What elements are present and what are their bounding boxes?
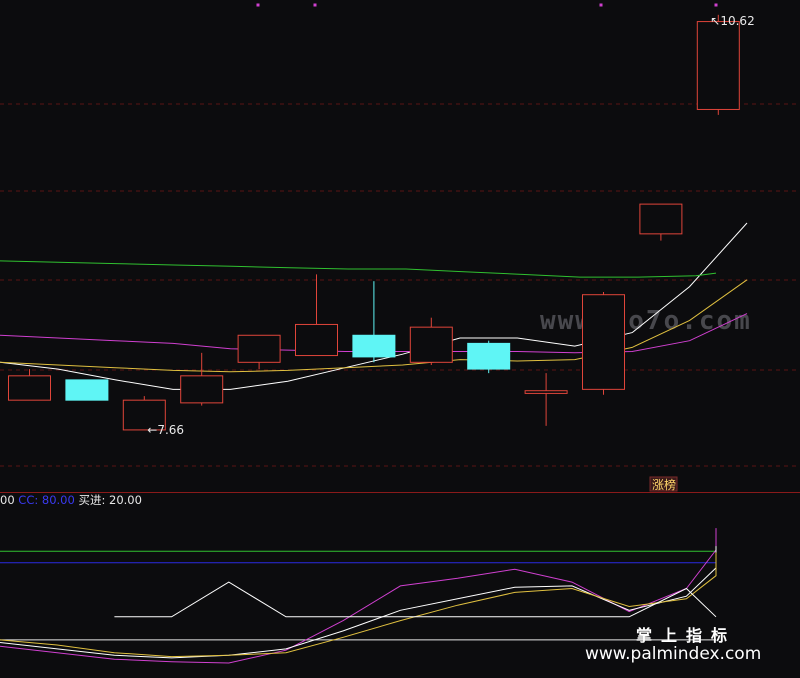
candle-body-11 <box>639 203 683 235</box>
indicator-series-1 <box>0 528 717 664</box>
candle-body-7 <box>409 326 453 363</box>
chart-stage: www.6o7o.com ←7.66 ↖10.62 涨榜 00 CC: 80.00 买进… <box>0 0 800 678</box>
candle-body-10 <box>582 294 625 390</box>
top-marker-3 <box>714 3 718 7</box>
indicator-series-4 <box>114 581 717 618</box>
moving-average-4 <box>0 260 717 278</box>
top-marker-2 <box>599 3 603 7</box>
legend-item-buy: 买进: 20.00 <box>78 493 141 507</box>
candle-body-3 <box>180 375 224 404</box>
candle-body-8 <box>467 342 511 370</box>
candle-body-5 <box>295 323 338 357</box>
candle-body-1 <box>65 379 109 401</box>
candle-body-12 <box>696 21 740 110</box>
top-marker-0 <box>256 3 260 7</box>
badge-label: 涨榜 <box>652 477 676 492</box>
candle-body-0 <box>8 375 51 401</box>
legend-prefix: 00 <box>0 493 18 507</box>
candle-body-9 <box>524 390 568 394</box>
candle-body-6 <box>352 334 396 358</box>
candle-body-4 <box>237 334 281 363</box>
high-price-label: ↖10.62 <box>710 14 754 28</box>
kline-chart: www.6o7o.com←7.66↖10.62涨榜00 CC: 80.00 买进… <box>0 3 800 664</box>
legend-item-cc: CC: 80.00 <box>18 493 78 507</box>
indicator-series-3 <box>0 552 717 658</box>
watermark-brand-url: www.palmindex.com <box>585 644 761 664</box>
watermark-brand-cn: 掌上指标 <box>636 626 736 645</box>
top-marker-1 <box>313 3 317 7</box>
low-price-label: ←7.66 <box>147 423 184 437</box>
indicator-legend: 00 CC: 80.00 买进: 20.00 <box>0 493 142 507</box>
